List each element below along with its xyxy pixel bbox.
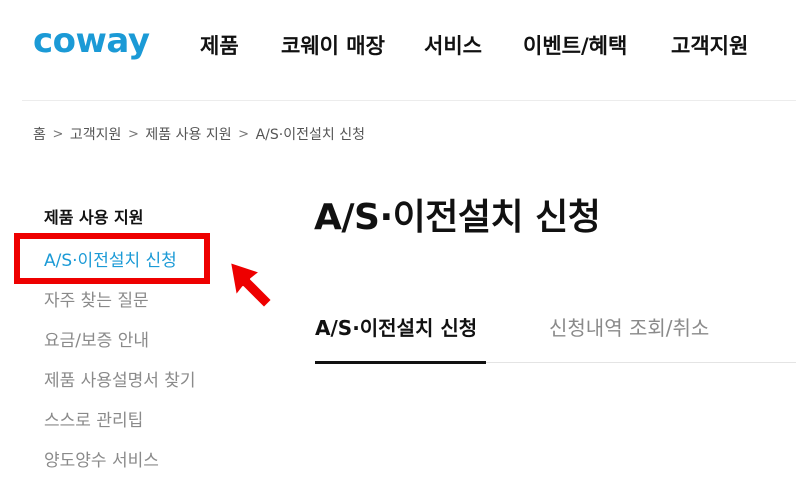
page-title: A/S·이전설치 신청 xyxy=(314,197,601,238)
red-arrow-icon xyxy=(229,261,273,309)
header-divider xyxy=(22,100,796,101)
breadcrumb-support[interactable]: 고객지원 xyxy=(70,124,122,144)
highlight-box xyxy=(14,233,210,284)
chevron-right-icon: > xyxy=(238,126,250,142)
chevron-right-icon: > xyxy=(52,126,64,142)
active-tab-indicator xyxy=(315,361,486,364)
page: coway 제품 코웨이 매장 서비스 이벤트/혜택 고객지원 홈 > 고객지원… xyxy=(0,0,796,501)
nav-item-events[interactable]: 이벤트/혜택 xyxy=(523,30,627,62)
tab-divider xyxy=(486,362,796,363)
tab-history-cancel[interactable]: 신청내역 조회/취소 xyxy=(549,314,709,342)
nav-item-stores[interactable]: 코웨이 매장 xyxy=(281,30,385,62)
breadcrumb-current[interactable]: A/S·이전설치 신청 xyxy=(256,124,365,144)
sidebar-item-self-care-tips[interactable]: 스스로 관리팁 xyxy=(44,409,143,433)
breadcrumb: 홈 > 고객지원 > 제품 사용 지원 > A/S·이전설치 신청 xyxy=(33,124,365,144)
sidebar-item-faq[interactable]: 자주 찾는 질문 xyxy=(44,289,149,313)
sidebar-item-transfer-service[interactable]: 양도양수 서비스 xyxy=(44,449,159,473)
nav-item-products[interactable]: 제품 xyxy=(200,30,239,62)
sidebar-title: 제품 사용 지원 xyxy=(44,208,144,227)
breadcrumb-product-support[interactable]: 제품 사용 지원 xyxy=(145,124,231,144)
sidebar-item-fee-warranty[interactable]: 요금/보증 안내 xyxy=(44,329,149,353)
chevron-right-icon: > xyxy=(127,126,139,142)
logo-text: coway xyxy=(33,21,150,61)
tab-as-request[interactable]: A/S·이전설치 신청 xyxy=(315,314,477,342)
coway-logo[interactable]: coway xyxy=(33,20,157,64)
breadcrumb-home[interactable]: 홈 xyxy=(33,124,46,144)
nav-item-service[interactable]: 서비스 xyxy=(424,30,482,62)
sidebar-item-manuals[interactable]: 제품 사용설명서 찾기 xyxy=(44,369,196,393)
nav-item-support[interactable]: 고객지원 xyxy=(671,30,748,62)
